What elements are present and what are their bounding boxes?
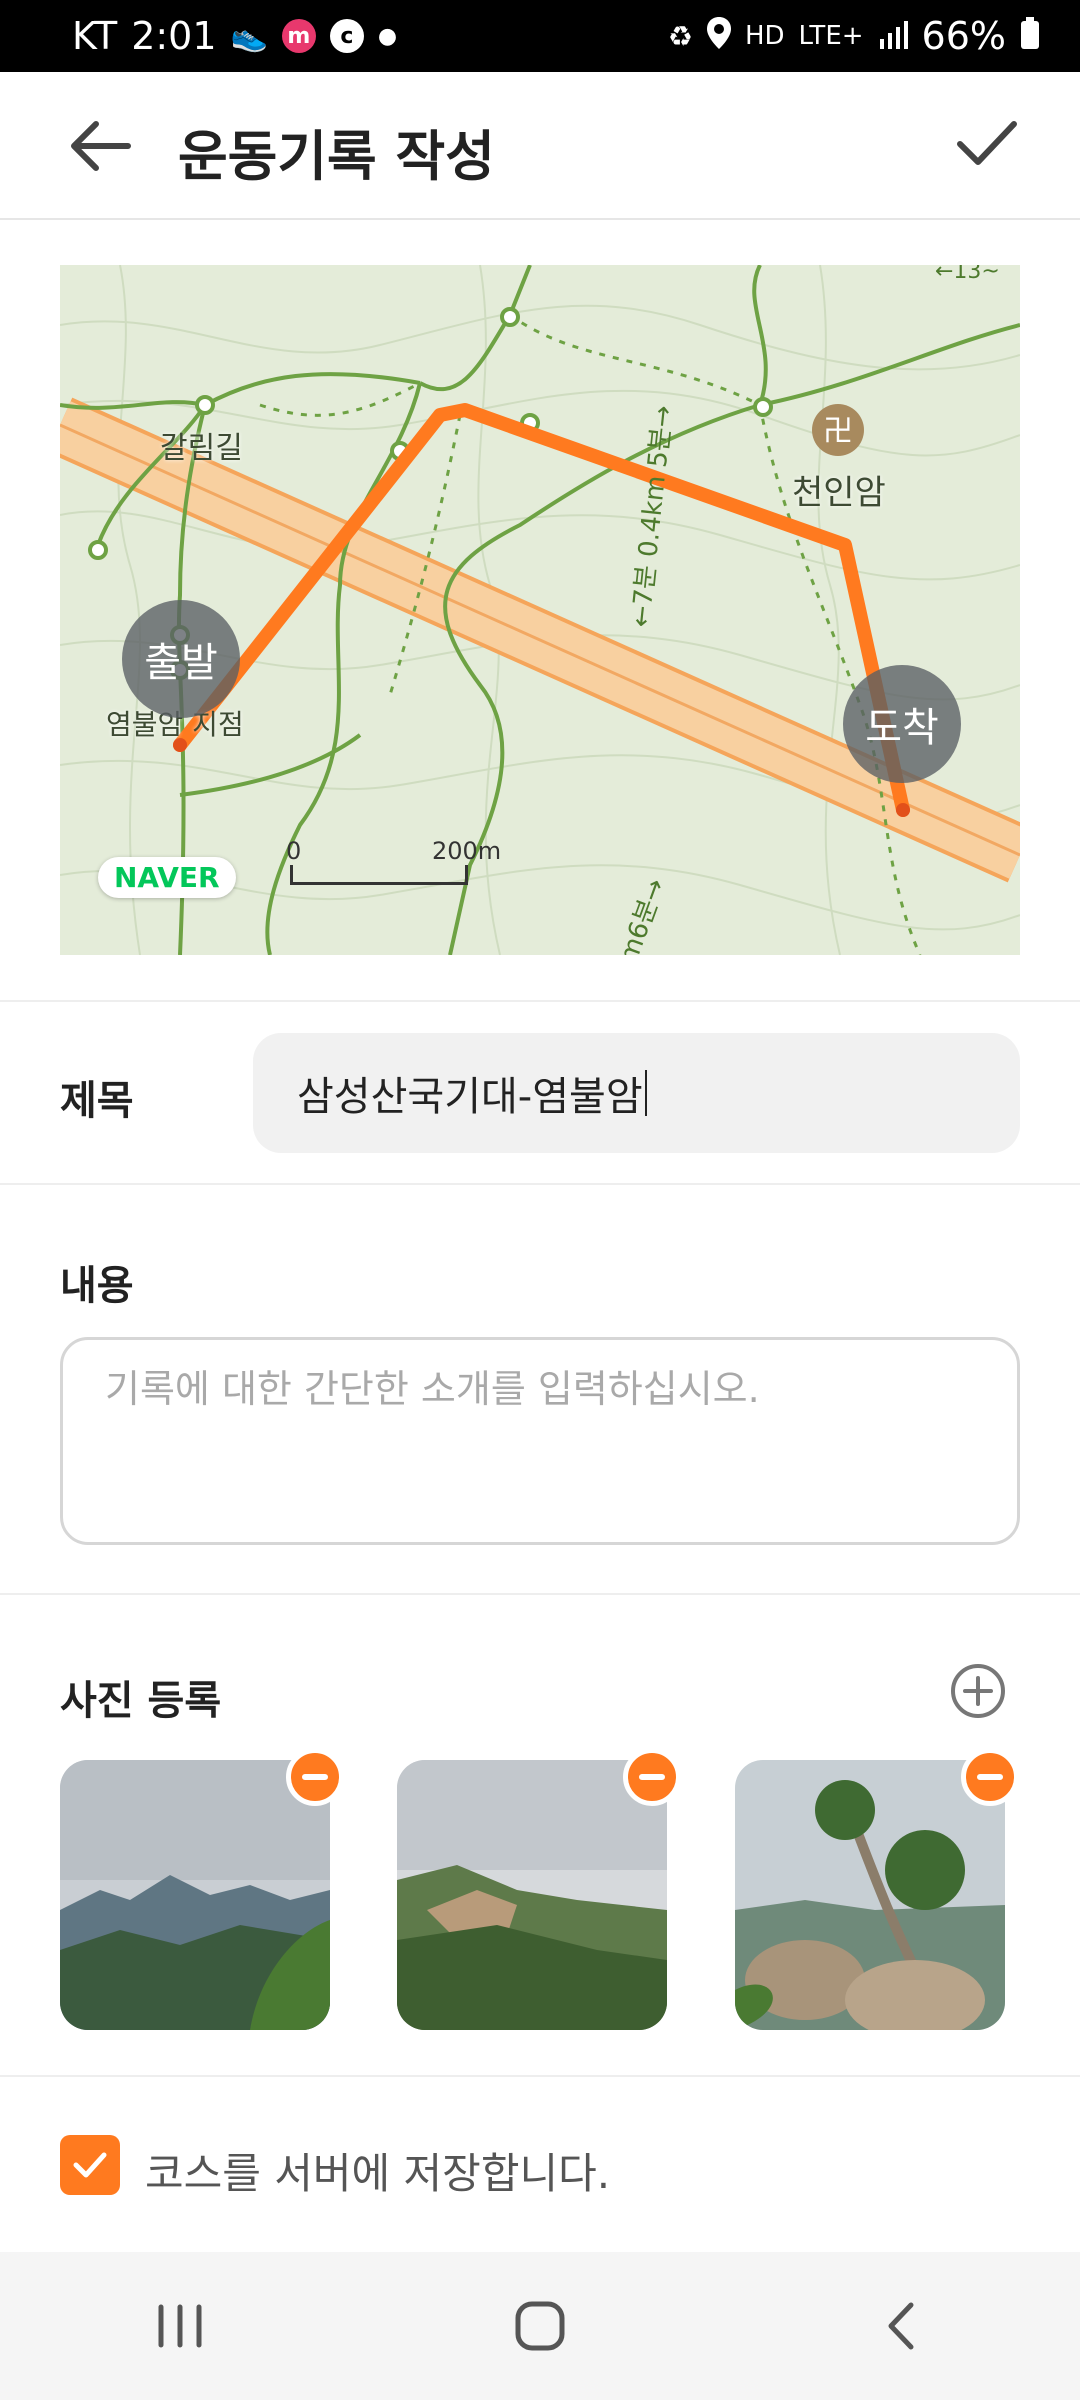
- scale-start-label: 0: [286, 837, 302, 865]
- battery-label: 66%: [921, 14, 1006, 58]
- status-bar: KT 2:01 👟 m c ● ♻ HD LTE+ 66%: [0, 0, 1080, 72]
- back-icon[interactable]: [855, 2281, 945, 2371]
- remove-photo-2-button[interactable]: [623, 1748, 681, 1806]
- arrow-left-icon[interactable]: [66, 116, 136, 176]
- carrier-label: KT: [72, 14, 118, 58]
- recent-apps-icon[interactable]: [135, 2281, 225, 2371]
- map-trail-label-3: ←13~: [935, 265, 1000, 284]
- remove-photo-1-button[interactable]: [286, 1748, 344, 1806]
- map-label-cheoninam: 천인암: [792, 473, 886, 513]
- save-course-checkbox[interactable]: [60, 2135, 120, 2195]
- home-icon[interactable]: [495, 2281, 585, 2371]
- m-app-icon: m: [281, 19, 316, 53]
- battery-icon: [1020, 14, 1040, 58]
- photo-thumbnail-1[interactable]: [60, 1760, 330, 2030]
- minus-icon: [639, 1774, 665, 1780]
- end-marker: 도착: [843, 665, 961, 783]
- save-course-label: 코스를 서버에 저장합니다.: [145, 2149, 611, 2198]
- naver-logo: NAVER: [98, 857, 236, 898]
- photo-thumbnail-2[interactable]: [397, 1760, 667, 2030]
- battery-saver-icon: ♻: [667, 19, 693, 53]
- title-input-value: 삼성산국기대-염불암: [297, 1074, 643, 1120]
- shoe-icon: 👟: [230, 18, 268, 54]
- content-label: 내용: [60, 1263, 134, 1309]
- checkmark-icon: [73, 2152, 107, 2178]
- hd-label: HD: [744, 21, 785, 51]
- remove-photo-3-button[interactable]: [961, 1748, 1019, 1806]
- title-input[interactable]: 삼성산국기대-염불암: [253, 1033, 1020, 1153]
- start-marker-label: 출발: [144, 640, 218, 686]
- divider: [0, 1183, 1080, 1185]
- photos-label: 사진 등록: [60, 1678, 222, 1724]
- add-photo-icon[interactable]: [950, 1663, 1006, 1719]
- signal-icon: [878, 14, 908, 58]
- scale-end-label: 200m: [432, 837, 502, 865]
- minus-icon: [977, 1774, 1003, 1780]
- check-icon[interactable]: [954, 114, 1020, 174]
- map-label-junction: 갈림길: [160, 431, 243, 466]
- content-textarea[interactable]: 기록에 대한 간단한 소개를 입력하십시오.: [60, 1337, 1020, 1545]
- page-title: 운동기록 작성: [178, 125, 495, 188]
- naver-logo-text: NAVER: [114, 861, 220, 894]
- app-bar: 운동기록 작성: [0, 72, 1080, 220]
- end-marker-label: 도착: [865, 705, 939, 751]
- divider: [0, 1000, 1080, 1002]
- temple-icon: 卍: [812, 404, 864, 456]
- svg-text:卍: 卍: [823, 414, 853, 449]
- content-placeholder: 기록에 대한 간단한 소개를 입력하십시오.: [105, 1367, 760, 1411]
- route-map[interactable]: 卍 갈림길 천인암 염불암 지점 ←7분 0.4km 5분→ m6분→ ←13~…: [60, 265, 1020, 955]
- time-label: 2:01: [131, 14, 217, 58]
- divider: [0, 2075, 1080, 2077]
- dot-icon: ●: [377, 23, 398, 49]
- location-icon: [706, 14, 731, 58]
- minus-icon: [302, 1774, 328, 1780]
- system-nav-bar: [0, 2252, 1080, 2400]
- text-caret: [644, 1070, 647, 1116]
- divider: [0, 1593, 1080, 1595]
- title-label: 제목: [60, 1078, 134, 1124]
- start-marker: 출발: [122, 600, 240, 718]
- c-app-icon: c: [329, 19, 364, 53]
- network-label: LTE+: [798, 21, 864, 51]
- scale-bar: [290, 865, 468, 885]
- photo-thumbnail-3[interactable]: [735, 1760, 1005, 2030]
